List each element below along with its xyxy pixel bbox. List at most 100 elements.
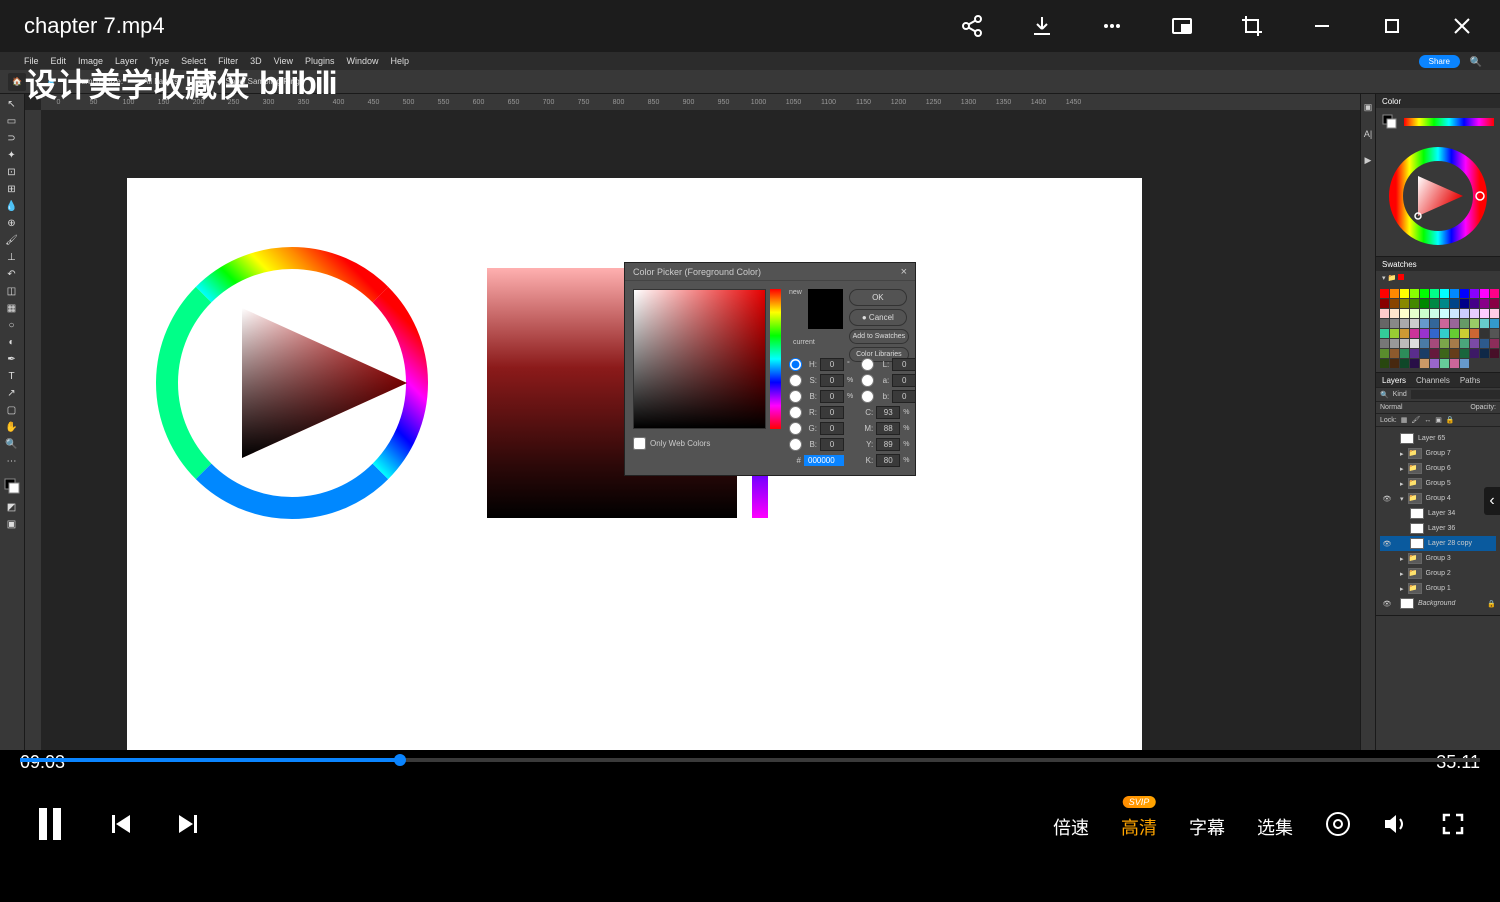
swatch[interactable]: [1450, 319, 1459, 328]
hue-strip-panel[interactable]: [1404, 118, 1494, 126]
y-input[interactable]: [876, 438, 900, 451]
lock-transparency-icon[interactable]: ▦: [1401, 416, 1408, 424]
swatch[interactable]: [1420, 359, 1429, 368]
progress-handle[interactable]: [394, 754, 406, 766]
quickmask-tool[interactable]: ◩: [0, 499, 23, 515]
swatch[interactable]: [1400, 299, 1409, 308]
swatch[interactable]: [1410, 299, 1419, 308]
char-sidebar-icon[interactable]: A|: [1364, 129, 1372, 139]
shape-tool[interactable]: ▢: [0, 402, 23, 418]
swatch[interactable]: [1440, 349, 1449, 358]
swatch[interactable]: [1460, 309, 1469, 318]
close-icon[interactable]: [1448, 12, 1476, 40]
dodge-tool[interactable]: ◐: [0, 334, 23, 350]
more-icon[interactable]: [1098, 12, 1126, 40]
swatch[interactable]: [1410, 329, 1419, 338]
swatch[interactable]: [1480, 319, 1489, 328]
hex-input[interactable]: [804, 455, 844, 466]
path-tool[interactable]: ↗: [0, 385, 23, 401]
swatch[interactable]: [1470, 329, 1479, 338]
brush-tool[interactable]: 🖌: [0, 232, 23, 248]
eraser-tool[interactable]: ◫: [0, 283, 23, 299]
r-radio[interactable]: [789, 406, 802, 419]
swatch[interactable]: [1390, 349, 1399, 358]
c-input[interactable]: [876, 406, 900, 419]
swatch[interactable]: [1440, 289, 1449, 298]
swatch[interactable]: [1400, 339, 1409, 348]
swatch[interactable]: [1430, 339, 1439, 348]
lock-all-icon[interactable]: 🔒: [1446, 416, 1455, 424]
layer-row[interactable]: ▸📁Group 1: [1380, 581, 1496, 596]
web-colors-checkbox[interactable]: [633, 437, 646, 450]
swatch[interactable]: [1450, 329, 1459, 338]
swatch[interactable]: [1420, 339, 1429, 348]
wand-tool[interactable]: ✦: [0, 147, 23, 163]
minimize-icon[interactable]: [1308, 12, 1336, 40]
swatch[interactable]: [1390, 299, 1399, 308]
fg-bg-swatch[interactable]: [1382, 114, 1398, 130]
swatch[interactable]: [1460, 319, 1469, 328]
layer-row[interactable]: ▸📁Group 6: [1380, 461, 1496, 476]
menu-window[interactable]: Window: [347, 56, 379, 66]
lock-position-icon[interactable]: ↔: [1424, 417, 1431, 424]
swatch[interactable]: [1420, 309, 1429, 318]
swatch[interactable]: [1430, 359, 1439, 368]
g-input[interactable]: [820, 422, 844, 435]
swatch[interactable]: [1380, 299, 1389, 308]
swatch[interactable]: [1490, 309, 1499, 318]
layers-tab[interactable]: Layers: [1382, 376, 1406, 385]
layer-row[interactable]: Layer 34: [1380, 506, 1496, 521]
swatch[interactable]: [1400, 319, 1409, 328]
download-icon[interactable]: [1028, 12, 1056, 40]
lock-artboard-icon[interactable]: ▣: [1435, 416, 1442, 424]
gradient-tool[interactable]: ▦: [0, 300, 23, 316]
swatch[interactable]: [1460, 329, 1469, 338]
swatch[interactable]: [1390, 319, 1399, 328]
l-input[interactable]: [892, 358, 916, 371]
swatch[interactable]: [1440, 339, 1449, 348]
move-tool[interactable]: ↖: [0, 96, 23, 112]
swatch[interactable]: [1400, 349, 1409, 358]
hue-wheel[interactable]: [1388, 146, 1488, 246]
swatch[interactable]: [1480, 299, 1489, 308]
swatch[interactable]: [1430, 349, 1439, 358]
swatch[interactable]: [1490, 349, 1499, 358]
edit-toolbar[interactable]: ⋯: [0, 453, 23, 469]
swatch[interactable]: [1450, 339, 1459, 348]
swatch[interactable]: [1460, 289, 1469, 298]
swatch[interactable]: [1410, 289, 1419, 298]
swatch[interactable]: [1480, 289, 1489, 298]
layer-visibility-icon[interactable]: 👁: [1382, 495, 1392, 503]
search-icon[interactable]: 🔍: [1470, 57, 1482, 68]
playlist-button[interactable]: 选集: [1257, 814, 1293, 840]
layer-row[interactable]: ▸📁Group 2: [1380, 566, 1496, 581]
swatch[interactable]: [1460, 339, 1469, 348]
layer-row[interactable]: Layer 65: [1380, 431, 1496, 446]
pip-icon[interactable]: [1168, 12, 1196, 40]
layer-row[interactable]: 👁Layer 28 copy: [1380, 536, 1496, 551]
prev-button[interactable]: [110, 813, 132, 840]
settings-icon[interactable]: [1325, 811, 1351, 842]
actions-sidebar-icon[interactable]: ▶: [1365, 155, 1372, 166]
layer-row[interactable]: ▸📁Group 7: [1380, 446, 1496, 461]
history-brush-tool[interactable]: ↶: [0, 266, 23, 282]
layer-row[interactable]: Layer 36: [1380, 521, 1496, 536]
next-button[interactable]: [177, 813, 199, 840]
s-input[interactable]: [820, 374, 844, 387]
crop-tool[interactable]: ⊡: [0, 164, 23, 180]
swatch[interactable]: [1430, 309, 1439, 318]
swatch[interactable]: [1490, 329, 1499, 338]
bl-input[interactable]: [820, 438, 844, 451]
swatch[interactable]: [1470, 339, 1479, 348]
swatch[interactable]: [1420, 329, 1429, 338]
swatch[interactable]: [1410, 339, 1419, 348]
swatch[interactable]: [1480, 309, 1489, 318]
swatch[interactable]: [1380, 329, 1389, 338]
subtitle-button[interactable]: 字幕: [1189, 814, 1225, 840]
swatch[interactable]: [1380, 309, 1389, 318]
home-icon[interactable]: 🏠: [8, 73, 26, 91]
quality-button[interactable]: 高清: [1121, 814, 1157, 840]
volume-icon[interactable]: [1383, 811, 1409, 842]
lab-b-input[interactable]: [892, 390, 916, 403]
history-sidebar-icon[interactable]: ▣: [1364, 102, 1373, 113]
